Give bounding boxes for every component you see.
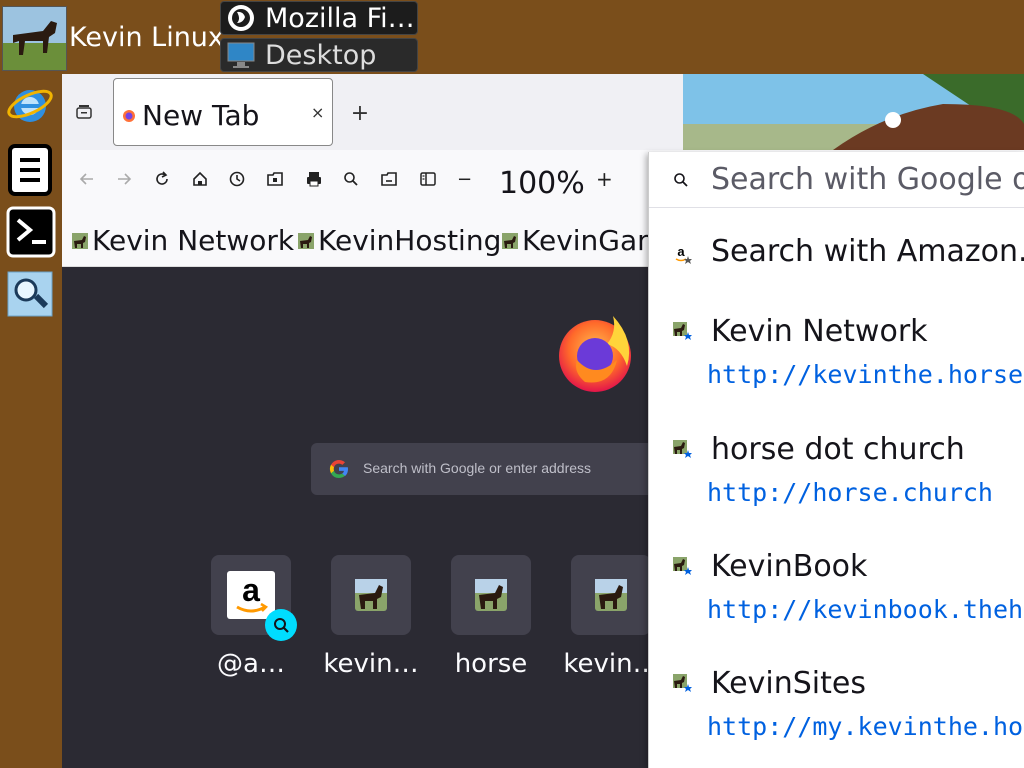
urlbar-result-kevinbook[interactable]: KevinBook http://kevinbook.thehorsep (649, 537, 1024, 637)
topsite-label: kevin… (323, 649, 419, 679)
desktop-wallpaper (683, 74, 1024, 150)
desktop-icon (225, 40, 257, 70)
newtab-search-placeholder: Search with Google or enter address (363, 460, 592, 476)
find-search-icon[interactable] (342, 170, 360, 188)
svg-text:a: a (677, 244, 685, 259)
result-url: http://kevinbook.thehorsep (707, 595, 1024, 624)
open-file-icon[interactable] (380, 170, 398, 188)
urlbar-result-horse-dot-church[interactable]: horse dot church http://horse.church (649, 420, 1024, 520)
terminal-icon[interactable] (6, 206, 56, 258)
tab-bar: New Tab × + (62, 74, 1024, 150)
search-shortcut-icon (265, 609, 297, 641)
user-name-label[interactable]: Kevin Linux (69, 22, 224, 53)
topsite-kevin-1[interactable] (331, 555, 411, 635)
topsite-horse[interactable] (451, 555, 531, 635)
bookmark-kevinhosting[interactable]: KevinHosting (298, 224, 501, 257)
bookmarked-horse-icon (673, 674, 693, 694)
firefox-icon (225, 3, 257, 33)
magnifier-icon[interactable] (6, 270, 54, 318)
reload-icon[interactable] (153, 170, 171, 188)
tab-new-tab[interactable]: New Tab × (113, 78, 333, 146)
bookmark-label: KevinGam (522, 224, 665, 257)
result-title: horse dot church (711, 432, 965, 467)
taskbar-desktop-label: Desktop (265, 39, 377, 71)
topsite-kevin-2[interactable] (571, 555, 651, 635)
file-cabinet-icon[interactable] (6, 144, 54, 196)
bookmarked-horse-icon (673, 322, 693, 342)
result-title: KevinBook (711, 549, 868, 584)
search-icon (673, 172, 689, 188)
home-icon[interactable] (191, 170, 209, 188)
newtab-search-input[interactable]: Search with Google or enter address (311, 443, 671, 495)
bookmark-label: Kevin Network (92, 224, 295, 257)
history-clock-icon[interactable] (228, 170, 246, 188)
bookmarked-horse-icon (673, 557, 693, 577)
urlbar-placeholder: Search with Google or (711, 162, 1024, 197)
zoom-in-button[interactable]: + (596, 167, 614, 191)
top-panel: Kevin Linux Mozilla Fi… Desktop (0, 0, 1024, 74)
zoom-plus-label: + (596, 167, 613, 191)
result-url: http://kevinthe.horse (707, 360, 1024, 389)
bookmark-kevingam[interactable]: KevinGam (502, 224, 664, 257)
print-icon[interactable] (305, 170, 323, 188)
zoom-minus-label: − (457, 169, 473, 190)
horse-icon (475, 579, 507, 611)
urlbar-dropdown: Search with Google or a Search with Amaz… (648, 152, 1024, 768)
horse-icon (595, 579, 627, 611)
forward-arrow-icon[interactable] (115, 170, 133, 188)
zoom-level-button[interactable]: 100% (499, 166, 585, 201)
svg-text:a: a (242, 572, 260, 608)
urlbar-result-kevin-network[interactable]: Kevin Network http://kevinthe.horse (649, 302, 1024, 402)
urlbar-result-amazon[interactable]: a Search with Amazon.co (649, 222, 1024, 282)
zoom-out-button[interactable]: − (457, 169, 475, 190)
left-dock (0, 74, 62, 768)
result-title: KevinSites (711, 666, 866, 701)
close-icon[interactable]: × (311, 103, 324, 122)
firefox-logo-icon (555, 310, 639, 394)
bookmark-label: KevinHosting (318, 224, 502, 257)
horse-avatar-icon[interactable] (2, 6, 67, 71)
horse-icon (72, 232, 88, 249)
google-icon (327, 457, 351, 481)
taskbar-firefox-label: Mozilla Fi… (265, 2, 415, 34)
downloads-folder-icon[interactable] (266, 170, 284, 188)
horse-icon (298, 232, 314, 249)
topsite-label: @a… (217, 649, 285, 679)
back-arrow-icon[interactable] (78, 170, 96, 188)
taskbar-firefox-button[interactable]: Mozilla Fi… (220, 1, 418, 35)
urlbar-result-kevinsites[interactable]: KevinSites http://my.kevinthe.horse (649, 654, 1024, 754)
firefox-icon (122, 109, 136, 123)
result-title: Kevin Network (711, 314, 928, 349)
taskbar-desktop-button[interactable]: Desktop (220, 38, 418, 72)
bookmarked-horse-icon (673, 440, 693, 460)
result-title: Search with Amazon.co (711, 234, 1024, 269)
result-url: http://my.kevinthe.horse (707, 712, 1024, 741)
bookmark-kevin-network[interactable]: Kevin Network (72, 224, 294, 257)
topsite-label: horse (454, 649, 528, 679)
topsite-amazon[interactable]: a (211, 555, 297, 641)
sidebar-icon[interactable] (419, 170, 437, 188)
new-tab-button[interactable]: + (350, 101, 370, 126)
horse-icon (502, 232, 518, 249)
tab-list-icon[interactable] (74, 102, 94, 122)
internet-explorer-icon[interactable] (6, 80, 54, 128)
tab-title: New Tab (142, 99, 260, 132)
urlbar-input[interactable]: Search with Google or (649, 152, 1024, 208)
horse-icon (355, 579, 387, 611)
amazon-icon: a (673, 244, 693, 264)
result-url: http://horse.church (707, 478, 993, 507)
